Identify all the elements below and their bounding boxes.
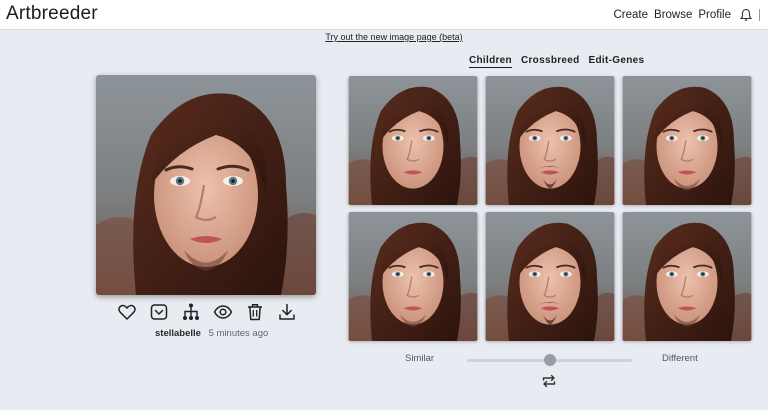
regenerate-icon[interactable] (540, 372, 558, 390)
save-to-pocket-button[interactable] (148, 301, 170, 323)
heart-icon (118, 304, 136, 320)
similarity-slider-handle[interactable] (543, 354, 556, 366)
slider-label-similar: Similar (405, 353, 435, 364)
nav-create[interactable]: Create (614, 9, 649, 21)
child-thumbnail[interactable] (348, 212, 478, 341)
portrait-image (96, 75, 316, 295)
nav-browse[interactable]: Browse (654, 9, 692, 21)
image-actions (116, 301, 298, 323)
tab-children[interactable]: Children (469, 55, 512, 68)
child-image (622, 76, 752, 205)
child-thumbnail[interactable] (622, 212, 752, 341)
main-nav: Create Browse Profile (614, 0, 760, 30)
child-thumbnail[interactable] (348, 76, 478, 205)
child-thumbnail[interactable] (485, 76, 615, 205)
nav-profile[interactable]: Profile (698, 9, 731, 21)
logo[interactable]: Artbreeder (6, 3, 98, 25)
pocket-icon (150, 304, 168, 320)
child-image (348, 212, 478, 341)
main-portrait[interactable] (96, 75, 316, 295)
trash-icon (248, 304, 262, 321)
like-button[interactable] (116, 301, 138, 323)
nav-divider (759, 9, 760, 21)
eye-icon (213, 305, 233, 319)
tab-bar: Children Crossbreed Edit-Genes (469, 55, 644, 68)
timestamp: 5 minutes ago (208, 328, 269, 339)
author-link[interactable]: stellabelle (155, 328, 201, 339)
child-thumbnail[interactable] (622, 76, 752, 205)
download-button[interactable] (276, 301, 298, 323)
child-image (348, 76, 478, 205)
image-meta: stellabelle 5 minutes ago (155, 328, 268, 339)
delete-button[interactable] (244, 301, 266, 323)
download-icon (279, 303, 295, 320)
beta-page-link[interactable]: Try out the new image page (beta) (0, 32, 768, 42)
child-image (485, 212, 615, 341)
tab-crossbreed[interactable]: Crossbreed (521, 55, 580, 68)
bell-icon[interactable] (739, 8, 753, 22)
lineage-button[interactable] (180, 301, 202, 323)
view-button[interactable] (212, 301, 234, 323)
tab-edit-genes[interactable]: Edit-Genes (589, 55, 645, 68)
children-grid (348, 76, 752, 341)
child-thumbnail[interactable] (485, 212, 615, 341)
child-image (622, 212, 752, 341)
top-bar: Artbreeder Create Browse Profile (0, 0, 768, 30)
child-image (485, 76, 615, 205)
slider-label-different: Different (662, 353, 698, 364)
lineage-icon (183, 303, 199, 320)
